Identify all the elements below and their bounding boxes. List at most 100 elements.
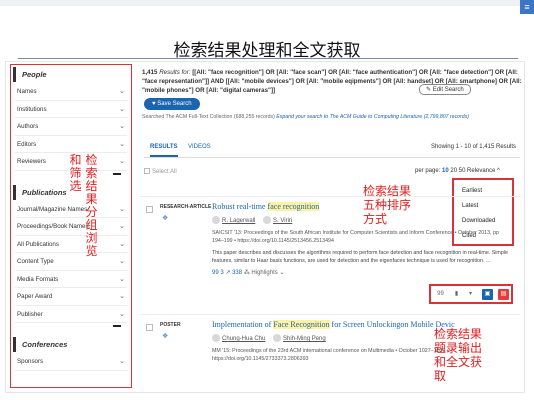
annotation-export: 检索结果 题录输出 和全文获 取: [434, 327, 483, 383]
cite-button[interactable]: 99: [435, 289, 446, 300]
header-band: [0, 0, 534, 6]
title-divider: [18, 58, 518, 59]
filter-publisher[interactable]: Publisher ⌄: [15, 306, 127, 323]
search-button-row: ♥ Save Search ✎ Edit Search: [142, 84, 522, 111]
per-page-10[interactable]: 10: [442, 168, 449, 174]
searched-text: Searched The ACM Full-Text Collection (6…: [142, 114, 275, 120]
filter-content-type[interactable]: Content Type ⌄: [15, 253, 127, 271]
title-text: Implementation of: [212, 320, 274, 329]
chevron-down-icon: ⌄: [119, 140, 125, 148]
quote-icon: 99: [437, 291, 444, 297]
result-count: 1,415: [142, 69, 158, 76]
select-all[interactable]: Select All: [144, 168, 177, 175]
author-list: R. Lagerwall S. Viriri: [212, 216, 512, 224]
avatar: [263, 216, 272, 224]
author-link[interactable]: Chung-Hua Chu: [222, 336, 265, 342]
result-checkbox[interactable]: [146, 206, 153, 213]
tab-videos[interactable]: VIDEOS: [188, 144, 211, 150]
filter-paper-award[interactable]: Paper Award ⌄: [15, 288, 127, 306]
highlights-label: Highlights: [251, 270, 278, 276]
folder-icon: ▮: [454, 291, 459, 297]
filter-sidebar: People Names ⌄ Institutions ⌄ Authors ⌄ Edi…: [10, 64, 132, 388]
avatar: [273, 334, 282, 342]
filter-label: Authors: [17, 123, 39, 130]
chevron-down-icon: ⌄: [119, 293, 125, 300]
edit-search-button[interactable]: ✎ Edit Search: [419, 84, 471, 95]
highlights-toggle[interactable]: ⁂ Highlights ⌄: [244, 270, 285, 276]
filter-label: All Publications: [17, 240, 59, 248]
section-people-heading: People: [13, 67, 131, 82]
filter-label: Editors: [17, 140, 37, 148]
annotation-group-browse: 检索结果分组浏览: [85, 153, 98, 258]
folder-button[interactable]: ▮: [451, 289, 462, 300]
result-tabs: RESULTS VIDEOS Showing 1 - 10 of 1,415 R…: [144, 140, 520, 158]
filter-sponsors[interactable]: Sponsors ⌄: [15, 353, 127, 371]
avatar: [212, 216, 220, 224]
slide-header-bar: ≡: [0, 0, 534, 18]
filter-all-publications[interactable]: All Publications ⌄: [15, 236, 127, 253]
expand-search-link[interactable]: Expand your search to The ACM Guide to C…: [276, 114, 469, 120]
chevron-down-icon: ⌄: [119, 205, 125, 213]
filter-label: Publisher: [17, 310, 43, 318]
author-link[interactable]: Shih-Ming Peng: [283, 336, 326, 342]
result-abstract: This paper describes and discusses the a…: [212, 250, 508, 264]
filter-label: Content Type: [17, 258, 54, 265]
pencil-icon: ✎: [426, 87, 433, 93]
chevron-down-icon: ⌄: [119, 310, 125, 318]
result-checkbox[interactable]: [146, 324, 153, 331]
diamond-icon: ❖: [162, 215, 169, 222]
download-count: 338: [232, 270, 243, 276]
author-link[interactable]: R. Lagerwall: [222, 218, 255, 224]
per-page-selector: per page: 10 20 50: [415, 168, 465, 174]
per-page-label: per page:: [415, 168, 441, 174]
annotation-filter: 和筛选: [69, 153, 82, 193]
diamond-icon: ❖: [162, 333, 169, 340]
chevron-down-icon: ⌄: [119, 240, 125, 248]
result-type: RESEARCH-ARTICLE: [160, 204, 212, 210]
filter-editors[interactable]: Editors ⌄: [15, 136, 127, 153]
result-type: POSTER: [160, 322, 181, 328]
save-search-label: Save Search: [157, 101, 192, 107]
chevron-down-icon: ⌄: [119, 88, 125, 95]
title-highlight: Face Recognition: [273, 320, 330, 329]
filter-label: Media Formats: [17, 275, 59, 283]
filter-label: Sponsors: [17, 358, 44, 365]
corner-badge-icon: ≡: [520, 0, 534, 14]
filter-proceedings-names[interactable]: Proceedings/Book Names ⌄: [15, 218, 127, 236]
save-search-button[interactable]: ♥ Save Search: [144, 98, 200, 110]
filter-institutions[interactable]: Institutions ⌄: [15, 101, 127, 118]
chevron-down-icon: ⌄: [119, 105, 125, 113]
download-button[interactable]: ▣: [482, 289, 493, 300]
avatar: [212, 334, 220, 342]
result-metrics: 99 3 ↗ 338 ⁂ Highlights ⌄: [212, 269, 512, 276]
title-text: Robust real-time: [212, 202, 268, 211]
edit-search-label: Edit Search: [432, 87, 464, 93]
filter-label: Institutions: [17, 105, 47, 113]
pdf-icon: ▤: [500, 291, 507, 297]
per-page-50[interactable]: 50: [459, 168, 466, 174]
collapse-dash-icon[interactable]: [15, 323, 127, 329]
filter-label: Names: [17, 88, 37, 95]
result-title[interactable]: Robust real-time face recognition: [212, 202, 512, 211]
filter-journal-names[interactable]: Journal/Magazine Names ⌄: [15, 201, 127, 218]
chevron-down-icon: ⌄: [119, 258, 125, 265]
chevron-down-icon: ⌄: [119, 123, 125, 130]
filter-media-formats[interactable]: Media Formats ⌄: [15, 271, 127, 288]
select-all-checkbox[interactable]: [144, 168, 150, 174]
filter-label: Proceedings/Book Names: [17, 223, 89, 230]
filter-label: Paper Award: [17, 293, 53, 300]
result-body: Robust real-time face recognition R. Lag…: [212, 202, 512, 276]
chevron-down-icon: ⌄: [119, 275, 125, 283]
tab-results[interactable]: RESULTS: [150, 144, 178, 157]
pdf-button[interactable]: ▤: [498, 289, 509, 300]
filter-authors[interactable]: Authors ⌄: [15, 118, 127, 136]
download-icon: ▣: [484, 291, 491, 297]
annotation-sort: 检索结果 五种排序 方式: [363, 184, 412, 226]
results-for-label: Results for:: [157, 69, 193, 76]
sort-dropdown[interactable]: Relevance ^: [467, 168, 500, 174]
export-menu-button[interactable]: ▾: [465, 289, 476, 300]
author-link[interactable]: S. Viriri: [273, 218, 292, 224]
per-page-20[interactable]: 20: [450, 168, 457, 174]
citation-count: 3: [220, 270, 224, 276]
filter-names[interactable]: Names ⌄: [15, 83, 127, 101]
